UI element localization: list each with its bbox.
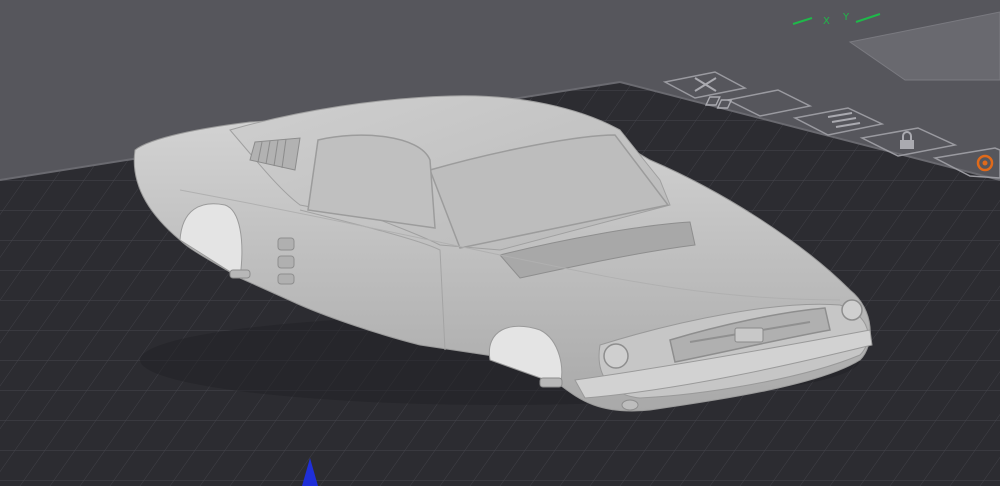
side-scoop [277,237,295,285]
grille-emblem [734,327,764,343]
3d-viewport[interactable]: X Y [0,0,1000,486]
headlight-right [841,299,863,321]
x-axis-label: X [823,16,830,27]
y-axis-label: Y [842,12,850,23]
fog-light [621,399,639,411]
scene-canvas[interactable]: X Y [0,0,1000,486]
headlight-left [603,343,629,369]
